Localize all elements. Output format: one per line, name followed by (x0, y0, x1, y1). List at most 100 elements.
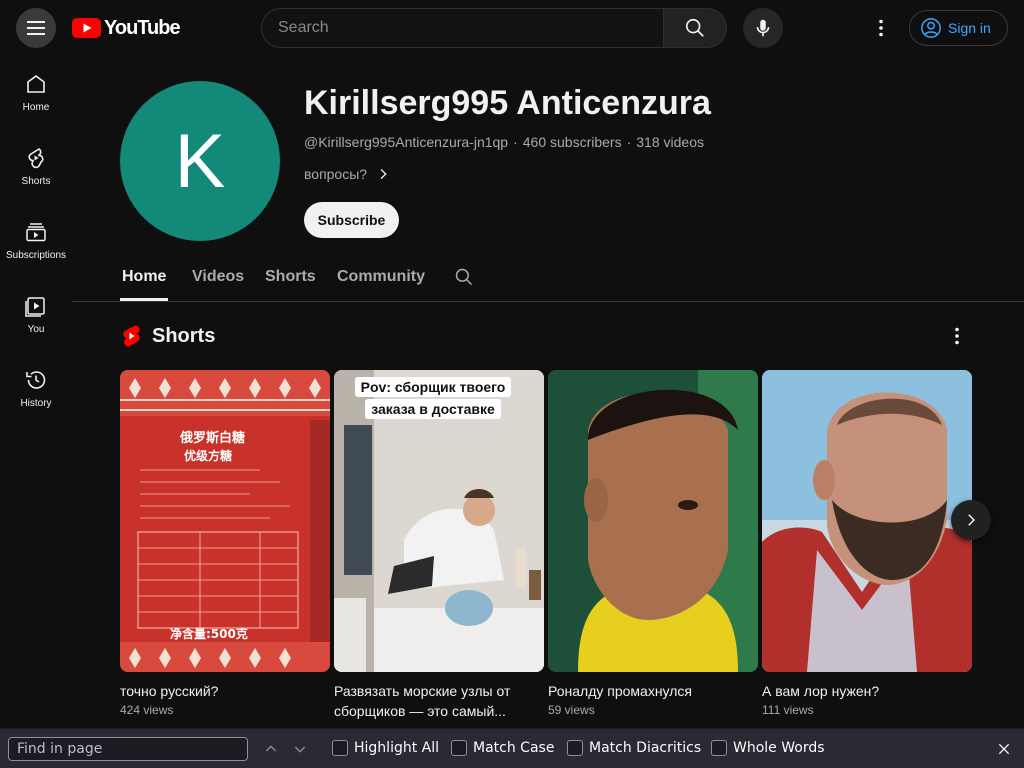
footballer-portrait-image (548, 370, 758, 672)
whole-words-label: Whole Words (733, 740, 825, 756)
match-case-label: Match Case (473, 740, 555, 756)
search-button[interactable] (663, 8, 727, 48)
short-views: 59 views (548, 703, 595, 717)
guide-item-home[interactable]: Home (0, 56, 72, 130)
video-overlay-caption: Pov: сборщик твоего заказа в доставке (348, 376, 518, 420)
package-title-line1: 俄罗斯白糖 (179, 430, 245, 446)
channel-description[interactable]: вопросы? (304, 166, 391, 182)
you-icon (25, 297, 45, 317)
package-weight: 净含量:500克 (170, 626, 248, 641)
short-thumbnail[interactable] (762, 370, 972, 672)
checkbox-box[interactable] (711, 740, 727, 756)
logo-text: YouTube (104, 16, 181, 39)
search-box (261, 8, 663, 48)
short-thumbnail[interactable]: Pov: сборщик твоего заказа в доставке (334, 370, 544, 672)
microphone-icon (756, 19, 770, 37)
short-card[interactable]: Pov: сборщик твоего заказа в доставке Ра… (334, 370, 544, 721)
shelf-more-button[interactable] (945, 324, 969, 348)
search-icon (685, 18, 704, 37)
short-card[interactable]: Роналду промахнулся 59 views (548, 370, 758, 717)
shorts-shelf-header: Shorts (121, 324, 215, 348)
guide-item-you[interactable]: You (0, 278, 72, 352)
channel-name: Kirillserg995 Anticenzura (304, 84, 711, 122)
more-vertical-icon (879, 19, 883, 37)
short-views: 111 views (762, 703, 814, 717)
short-card[interactable]: А вам лор нужен? 111 views (762, 370, 972, 717)
short-card[interactable]: 俄罗斯白糖 优级方糖 净含量:500克 точно русский? 424 v… (120, 370, 330, 717)
highlight-all-label: Highlight All (354, 740, 440, 756)
guide-label: Home (22, 102, 50, 113)
find-in-page-bar: Highlight All Match Case Match Diacritic… (0, 728, 1024, 768)
shorts-logo-icon (123, 325, 140, 347)
subscribe-button[interactable]: Subscribe (304, 202, 399, 238)
guide-menu-button[interactable] (16, 8, 56, 48)
short-thumbnail[interactable] (548, 370, 758, 672)
voice-search-button[interactable] (743, 8, 783, 48)
channel-tabs: Home Videos Shorts Community (72, 256, 1024, 302)
subscriber-count: 460 subscribers (522, 134, 622, 150)
chevron-up-icon (265, 745, 277, 752)
search-icon (455, 268, 473, 286)
short-thumbnail[interactable]: 俄罗斯白糖 优级方糖 净含量:500克 (120, 370, 330, 672)
more-vertical-icon (955, 327, 959, 345)
guide-label: Subscriptions (5, 250, 67, 261)
find-next-button[interactable] (290, 739, 310, 759)
search-input[interactable] (278, 19, 663, 37)
overlay-line2: заказа в доставке (365, 399, 501, 419)
sign-in-button[interactable]: Sign in (909, 10, 1008, 46)
tab-home[interactable]: Home (122, 268, 166, 286)
mini-guide: Home Shorts Subscriptions You History (0, 56, 72, 426)
account-icon (921, 18, 941, 38)
avatar-letter: K (174, 118, 226, 204)
guide-item-history[interactable]: History (0, 352, 72, 426)
match-diacritics-checkbox[interactable]: Match Diacritics (567, 740, 701, 756)
home-icon (27, 75, 45, 93)
close-icon (998, 743, 1010, 755)
history-icon (26, 371, 46, 389)
match-diacritics-label: Match Diacritics (589, 740, 702, 756)
bearded-man-image (762, 370, 972, 672)
channel-handle: @Kirillserg995Anticenzura-jn1qp (304, 134, 509, 150)
find-previous-button[interactable] (261, 739, 281, 759)
chevron-down-icon (294, 746, 306, 753)
short-title[interactable]: Развязать морские узлы от сборщиков — эт… (334, 681, 544, 721)
package-title-line2: 优级方糖 (184, 448, 232, 463)
masthead: YouTube Sign in (0, 0, 1024, 56)
whole-words-checkbox[interactable]: Whole Words (711, 740, 825, 756)
tab-videos[interactable]: Videos (192, 268, 244, 286)
tab-search-button[interactable] (454, 267, 474, 292)
chevron-right-icon (380, 168, 387, 180)
guide-item-shorts[interactable]: Shorts (0, 130, 72, 204)
video-count: 318 videos (636, 134, 704, 150)
meta-separator: · (626, 134, 632, 150)
find-input[interactable] (8, 737, 248, 761)
checkbox-box[interactable] (567, 740, 583, 756)
channel-avatar[interactable]: K (120, 81, 280, 241)
sign-in-label: Sign in (948, 20, 991, 36)
guide-item-subscriptions[interactable]: Subscriptions (0, 204, 72, 278)
tab-shorts[interactable]: Shorts (265, 268, 316, 286)
guide-label: History (20, 398, 52, 409)
highlight-all-checkbox[interactable]: Highlight All (332, 740, 439, 756)
hamburger-menu-icon (27, 21, 45, 35)
overlay-line1: Pov: сборщик твоего (354, 377, 512, 397)
active-tab-indicator (120, 298, 168, 301)
short-views: 424 views (120, 703, 174, 717)
channel-meta: @Kirillserg995Anticenzura-jn1qp · 460 subs… (304, 134, 704, 150)
description-text: вопросы? (304, 166, 368, 182)
shorts-icon (28, 148, 44, 169)
sugar-package-image: 俄罗斯白糖 优级方糖 净含量:500克 (120, 370, 330, 672)
checkbox-box[interactable] (332, 740, 348, 756)
shelf-title: Shorts (152, 324, 216, 347)
shelf-next-button[interactable] (951, 500, 991, 540)
guide-label: You (27, 324, 45, 335)
subscriptions-icon (26, 223, 46, 242)
checkbox-box[interactable] (451, 740, 467, 756)
youtube-logo[interactable]: YouTube (72, 16, 181, 39)
youtube-play-icon (72, 18, 101, 38)
guide-label: Shorts (21, 176, 51, 187)
tab-community[interactable]: Community (337, 268, 425, 286)
settings-more-button[interactable] (861, 8, 901, 48)
match-case-checkbox[interactable]: Match Case (451, 740, 554, 756)
find-close-button[interactable] (994, 739, 1014, 759)
